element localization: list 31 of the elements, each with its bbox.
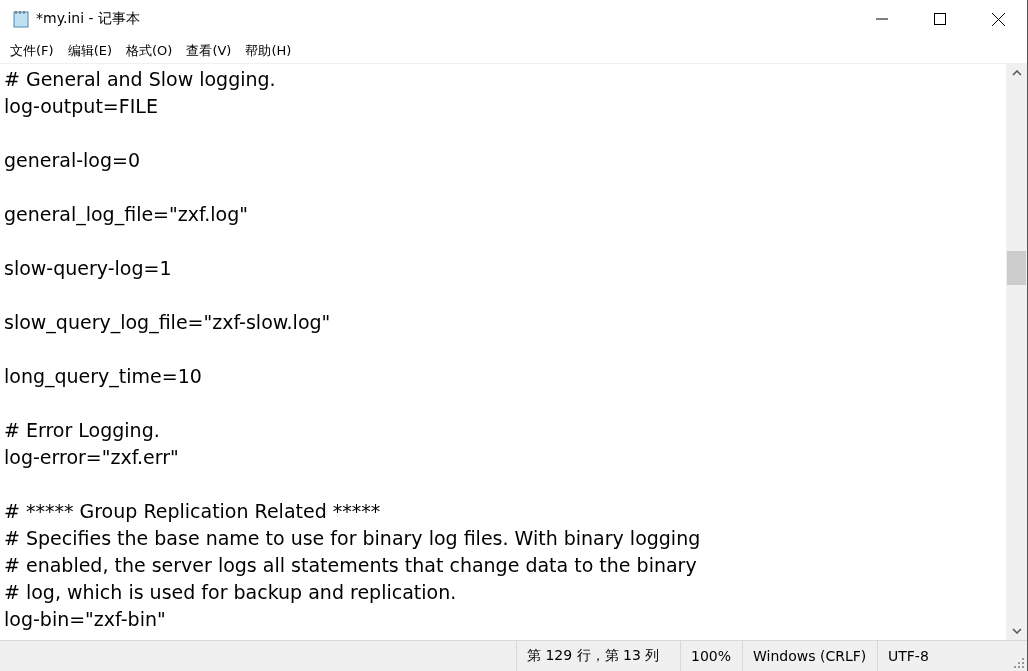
text-line: # Error Logging.	[4, 418, 161, 443]
maximize-icon	[934, 13, 946, 25]
text-line: log-error="zxf.err"	[4, 445, 180, 470]
text-line: general-log=0	[4, 148, 142, 173]
menu-item[interactable]: 帮助(H)	[243, 41, 294, 60]
menu-item[interactable]: 格式(O)	[124, 41, 175, 60]
window-title: *my.ini - 记事本	[36, 10, 140, 28]
notepad-icon	[12, 10, 30, 28]
text-line: log-output=FILE	[4, 94, 159, 119]
scrollbar-thumb[interactable]	[1007, 251, 1026, 285]
text-line: slow-query-log=1	[4, 256, 173, 281]
menu-item[interactable]: 文件(F)	[8, 41, 56, 60]
text-line: # log, which is used for backup and replication.	[4, 580, 458, 605]
status-text: 第 129 行，第 13 列	[516, 641, 680, 671]
scroll-down-icon[interactable]	[1011, 628, 1022, 634]
resize-grip-icon[interactable]	[1014, 658, 1024, 668]
text-line: long_query_time=10	[4, 364, 203, 390]
text-line: general_log_file="zxf.log"	[4, 202, 250, 228]
text-line: # Specifies the base name to use for binary log files. With binary logging	[4, 526, 702, 551]
scroll-up-icon[interactable]	[1011, 70, 1022, 76]
status-text: Windows (CRLF)	[742, 641, 877, 671]
text-line: # ***** Group Replication Related *****	[4, 499, 382, 524]
menu-item[interactable]: 查看(V)	[184, 41, 234, 60]
status-text: 100%	[680, 641, 742, 671]
text-line: # enabled, the server logs all statements that change data to the binary	[4, 553, 698, 578]
close-icon	[991, 12, 1005, 26]
text-line: # General and Slow logging.	[4, 67, 277, 92]
text-line: log-bin="zxf-bin"	[4, 607, 167, 632]
menu-item[interactable]: 编辑(E)	[65, 41, 114, 60]
text-line: slow_query_log_file="zxf-slow.log"	[4, 310, 332, 336]
scrollbar[interactable]	[1006, 64, 1027, 640]
